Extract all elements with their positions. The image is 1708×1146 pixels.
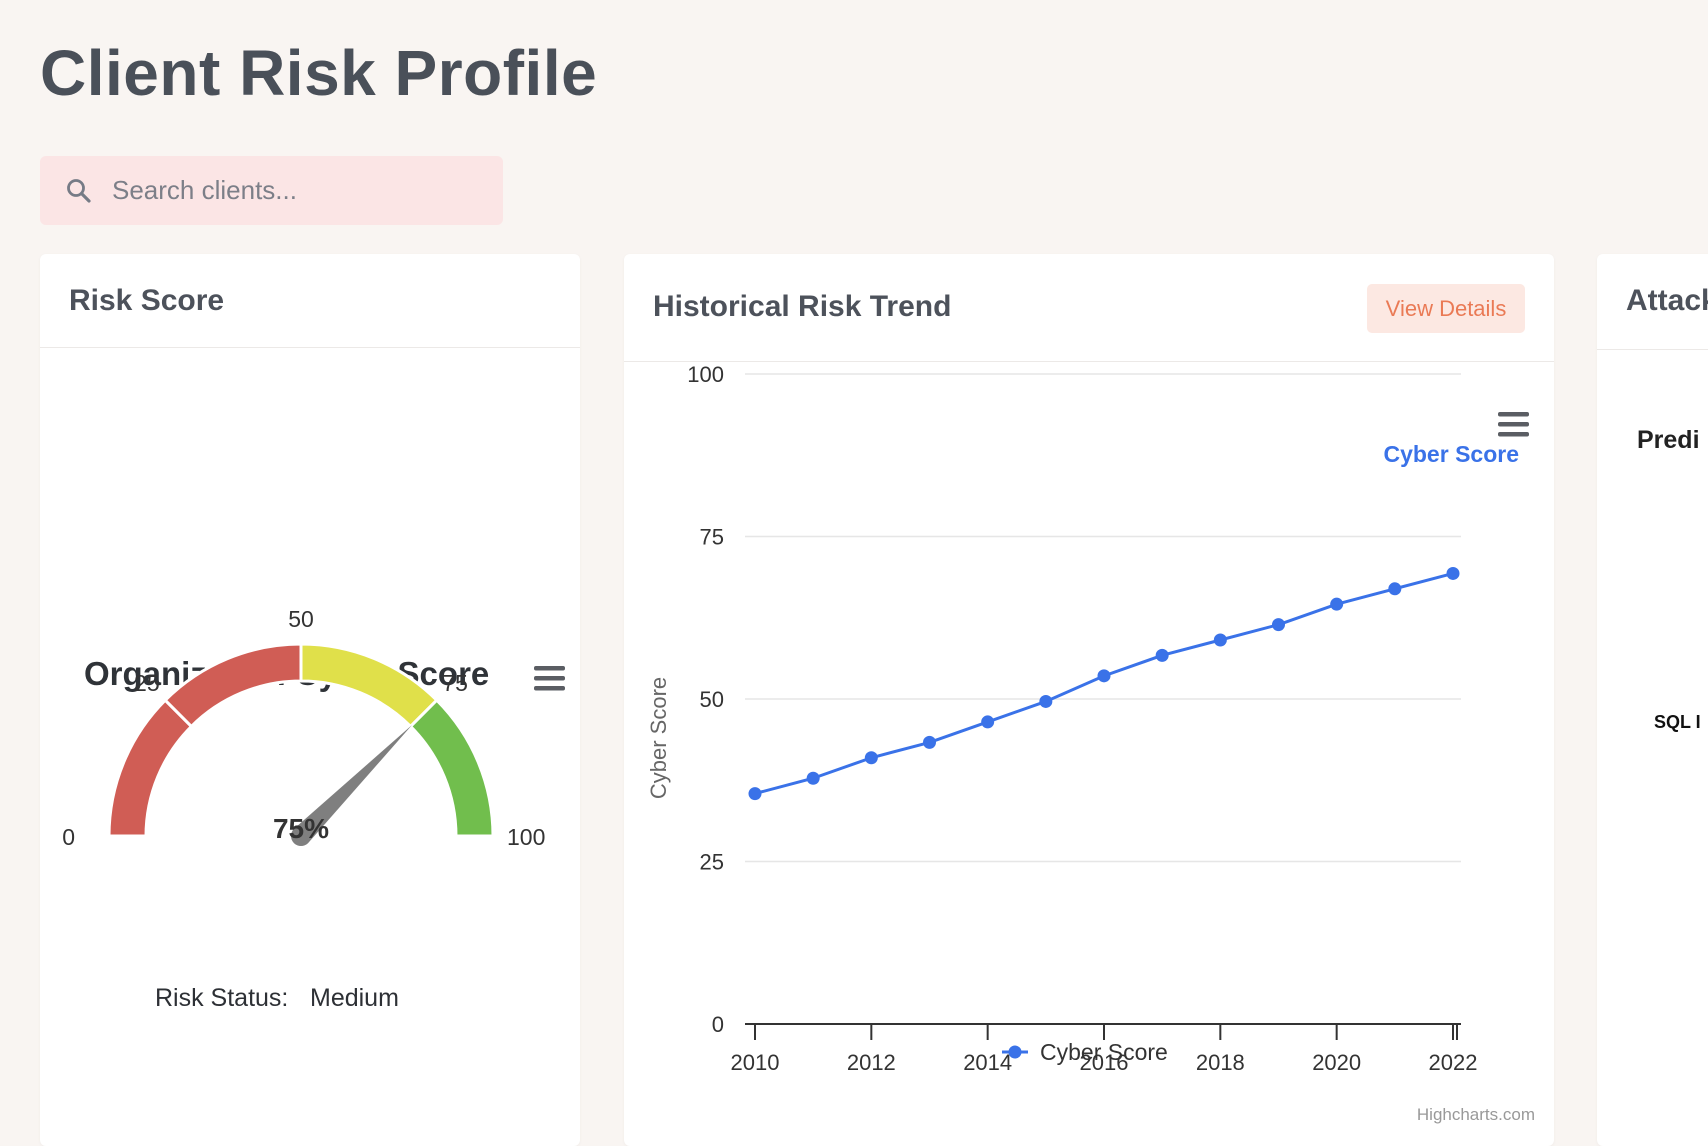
risk-status-value: Medium xyxy=(310,984,399,1012)
gauge-tick-label: 50 xyxy=(288,606,314,632)
x-tick-label: 2012 xyxy=(847,1050,896,1075)
attack-card: Attack Predi SQL I xyxy=(1597,254,1708,1146)
view-details-button[interactable]: View Details xyxy=(1367,284,1525,333)
data-point[interactable] xyxy=(864,751,878,765)
gauge-value-label: 75% xyxy=(273,813,329,844)
search-box[interactable] xyxy=(40,156,503,225)
trend-card-header: Historical Risk Trend View Details xyxy=(624,254,1554,362)
data-point[interactable] xyxy=(1213,633,1227,647)
risk-score-card: Risk Score Organization Cyber Score 0255… xyxy=(40,254,580,1146)
risk-score-card-header: Risk Score xyxy=(40,254,580,348)
legend-label: Cyber Score xyxy=(1040,1039,1168,1065)
x-tick-label: 2022 xyxy=(1429,1050,1478,1075)
x-tick-label: 2018 xyxy=(1196,1050,1245,1075)
cyber-score-gauge-chart: Organization Cyber Score 0255075100 75% … xyxy=(62,606,565,1012)
series-end-label: Cyber Score xyxy=(1383,441,1519,467)
gauge-tick-label: 25 xyxy=(134,670,160,696)
attack-category-label: SQL I xyxy=(1654,712,1701,732)
attack-card-header: Attack xyxy=(1597,254,1708,350)
data-point[interactable] xyxy=(1272,618,1285,632)
chart-credits-link[interactable]: Highcharts.com xyxy=(1417,1105,1535,1124)
risk-status-label: Risk Status: xyxy=(155,984,288,1012)
y-tick-label: 75 xyxy=(700,525,724,550)
chart-legend[interactable]: Cyber Score xyxy=(1002,1039,1168,1065)
attack-chart-title: Predi xyxy=(1637,426,1700,454)
chart-menu-icon[interactable] xyxy=(1498,412,1529,437)
cyber-score-line-chart: 0255075100 2010 2012 2014 2016 2018 2020 2022 … xyxy=(646,362,1535,1124)
data-point[interactable] xyxy=(1039,694,1053,708)
page-title: Client Risk Profile xyxy=(40,37,598,109)
gauge-tick-label: 75 xyxy=(442,670,468,696)
y-tick-label: 50 xyxy=(700,687,724,712)
search-input[interactable] xyxy=(112,175,472,206)
y-tick-label: 0 xyxy=(712,1012,724,1037)
data-point[interactable] xyxy=(1446,566,1460,580)
gauge-tick-label: 100 xyxy=(507,824,545,850)
data-point[interactable] xyxy=(981,715,995,729)
trend-card-title: Historical Risk Trend xyxy=(653,290,952,323)
chart-series xyxy=(748,566,1460,801)
gauge-band xyxy=(408,698,495,838)
gauge-tick-label: 0 xyxy=(62,824,75,850)
y-axis-ticks: 0 25 50 75 100 xyxy=(687,362,724,1037)
data-point[interactable] xyxy=(806,771,820,785)
y-axis-title: Cyber Score xyxy=(646,677,671,799)
series-line xyxy=(754,571,1454,796)
historical-risk-trend-card: Historical Risk Trend View Details 0 25 50… xyxy=(624,254,1554,1146)
data-point[interactable] xyxy=(1097,669,1111,683)
data-point[interactable] xyxy=(748,787,762,801)
attack-card-title: Attack xyxy=(1626,284,1708,317)
x-tick-label: 2020 xyxy=(1312,1050,1361,1075)
legend-marker xyxy=(1008,1045,1022,1059)
search-icon xyxy=(67,178,91,203)
x-tick-label: 2010 xyxy=(731,1050,780,1075)
data-point[interactable] xyxy=(923,735,936,749)
chart-menu-icon[interactable] xyxy=(534,666,565,691)
y-tick-label: 25 xyxy=(700,850,724,875)
x-tick-label: 2014 xyxy=(963,1050,1012,1075)
data-point[interactable] xyxy=(1155,648,1169,662)
gauge-band xyxy=(107,698,194,838)
y-tick-label: 100 xyxy=(687,362,724,387)
data-point[interactable] xyxy=(1330,597,1344,611)
chart-grid xyxy=(745,373,1461,863)
data-point[interactable] xyxy=(1388,582,1402,596)
risk-score-card-title: Risk Score xyxy=(69,284,225,317)
